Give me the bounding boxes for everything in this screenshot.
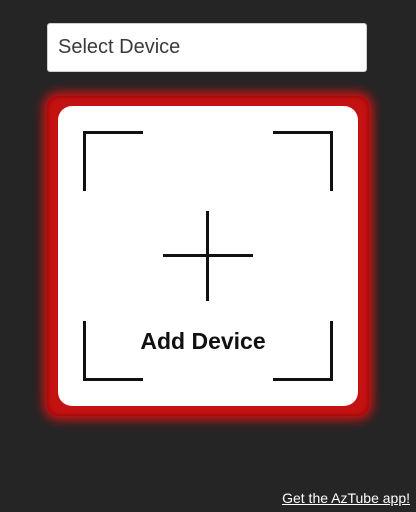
device-select-placeholder: Select Device: [58, 36, 181, 58]
add-device-button[interactable]: Add Device: [58, 106, 358, 406]
add-device-label: Add Device: [140, 328, 266, 354]
device-select[interactable]: Select Device: [47, 23, 367, 72]
get-app-link[interactable]: Get the AzTube app!: [282, 490, 410, 506]
corner-bracket-top-left: [83, 131, 143, 191]
plus-icon-horizontal: [163, 254, 253, 257]
corner-bracket-top-right: [273, 131, 333, 191]
device-page: Select Device Add Device Get the AzTube …: [0, 0, 416, 512]
